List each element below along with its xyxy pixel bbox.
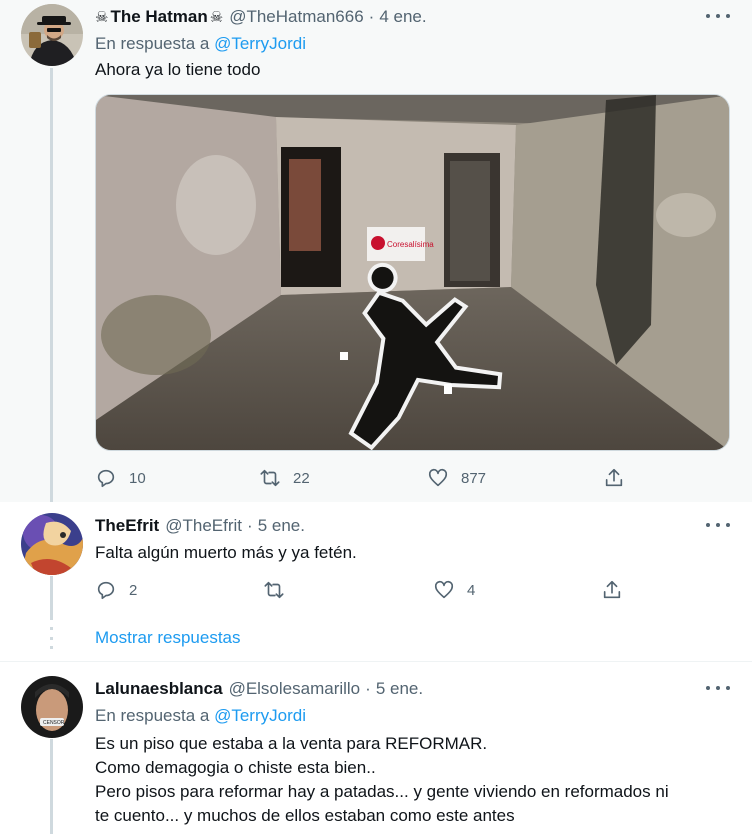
author-name[interactable]: Lalunaesblanca [95, 679, 223, 699]
retweet-count: 22 [293, 469, 310, 487]
reply-button[interactable]: 2 [95, 578, 137, 602]
more-icon[interactable] [706, 678, 730, 698]
reply-to-link[interactable]: @TerryJordi [214, 34, 306, 53]
sign-text: Coresalísima [387, 240, 434, 249]
tweet-header: Lalunaesblanca @Elsolesamarillo · 5 ene. [95, 678, 423, 700]
more-icon[interactable] [706, 6, 730, 26]
timestamp[interactable]: 5 ene. [258, 516, 305, 536]
author-handle[interactable]: @Elsolesamarillo [229, 679, 361, 699]
reply-count: 2 [129, 581, 138, 599]
tweet-theefrit[interactable]: TheEfrit @TheEfrit · 5 ene. Falta algún … [0, 502, 752, 662]
separator-dot: · [247, 516, 253, 535]
share-button[interactable] [601, 578, 623, 602]
skull-crossbones-icon: ☠ [209, 8, 224, 26]
reply-prefix: En respuesta a [95, 706, 210, 725]
tweet-text-line: Es un piso que estaba a la venta para RE… [95, 734, 488, 753]
tweet-lalunaesblanca[interactable]: CENSOR Lalunaesblanca @Elsolesamarillo ·… [0, 663, 752, 834]
thread-dots [50, 627, 53, 649]
like-icon [434, 580, 454, 599]
tweet-text-line: te cuento... y muchos de ellos estaban c… [95, 806, 515, 825]
author-handle[interactable]: @TheEfrit [165, 516, 242, 536]
like-count: 877 [461, 469, 487, 487]
retweet-icon [264, 581, 284, 599]
author-handle[interactable]: @TheHatman666 [229, 7, 363, 27]
tweet-header: ☠ The Hatman ☠ @TheHatman666 · 4 ene. [95, 6, 427, 28]
author-name[interactable]: TheEfrit [95, 516, 159, 536]
like-count: 4 [467, 581, 476, 599]
share-icon [605, 468, 623, 487]
thread-line [50, 739, 53, 834]
like-button[interactable]: 4 [433, 578, 475, 602]
avatar[interactable] [21, 4, 83, 66]
like-icon [428, 468, 448, 487]
reply-button[interactable]: 10 [95, 466, 146, 490]
reply-icon [97, 469, 115, 488]
thread-line [50, 576, 53, 620]
share-icon [603, 580, 621, 599]
share-button[interactable] [603, 466, 625, 490]
tweet-text-line: Como demagogia o chiste esta bien.. [95, 758, 376, 777]
separator-dot: · [365, 679, 371, 698]
separator-dot: · [368, 7, 375, 26]
tweet-text: Es un piso que estaba a la venta para RE… [95, 732, 735, 828]
timestamp[interactable]: 5 ene. [376, 679, 423, 699]
retweet-button[interactable]: 22 [259, 466, 310, 490]
skull-crossbones-icon: ☠ [95, 8, 109, 26]
reply-context: En respuesta a @TerryJordi [95, 34, 306, 54]
tweet-text-line: Pero pisos para reformar hay a patadas..… [95, 782, 669, 801]
reply-count: 10 [129, 469, 146, 487]
tweet-text: Falta algún muerto más y ya fetén. [95, 543, 357, 562]
thread-line [50, 68, 53, 502]
reply-context: En respuesta a @TerryJordi [95, 706, 306, 726]
avatar[interactable] [21, 513, 83, 575]
tweet-hatman[interactable]: ☠ The Hatman ☠ @TheHatman666 · 4 ene. En… [0, 0, 752, 502]
reply-prefix: En respuesta a [95, 34, 210, 53]
tweet-image[interactable]: Coresalísima [95, 94, 730, 451]
show-replies-link[interactable]: Mostrar respuestas [95, 628, 241, 648]
reply-icon [97, 581, 115, 600]
tweet-header: TheEfrit @TheEfrit · 5 ene. [95, 515, 305, 537]
avatar[interactable]: CENSOR [21, 676, 83, 738]
reply-to-link[interactable]: @TerryJordi [214, 706, 306, 725]
tweet-text: Ahora ya lo tiene todo [95, 60, 261, 79]
retweet-button[interactable] [263, 578, 297, 602]
svg-text:CENSOR: CENSOR [43, 720, 65, 726]
like-button[interactable]: 877 [427, 466, 486, 490]
tweet-actions: 10 22 877 [95, 466, 635, 490]
timestamp[interactable]: 4 ene. [379, 7, 426, 27]
author-name[interactable]: The Hatman [110, 7, 207, 27]
more-icon[interactable] [706, 515, 730, 535]
retweet-icon [260, 469, 280, 487]
tweet-actions: 2 4 [95, 578, 635, 602]
